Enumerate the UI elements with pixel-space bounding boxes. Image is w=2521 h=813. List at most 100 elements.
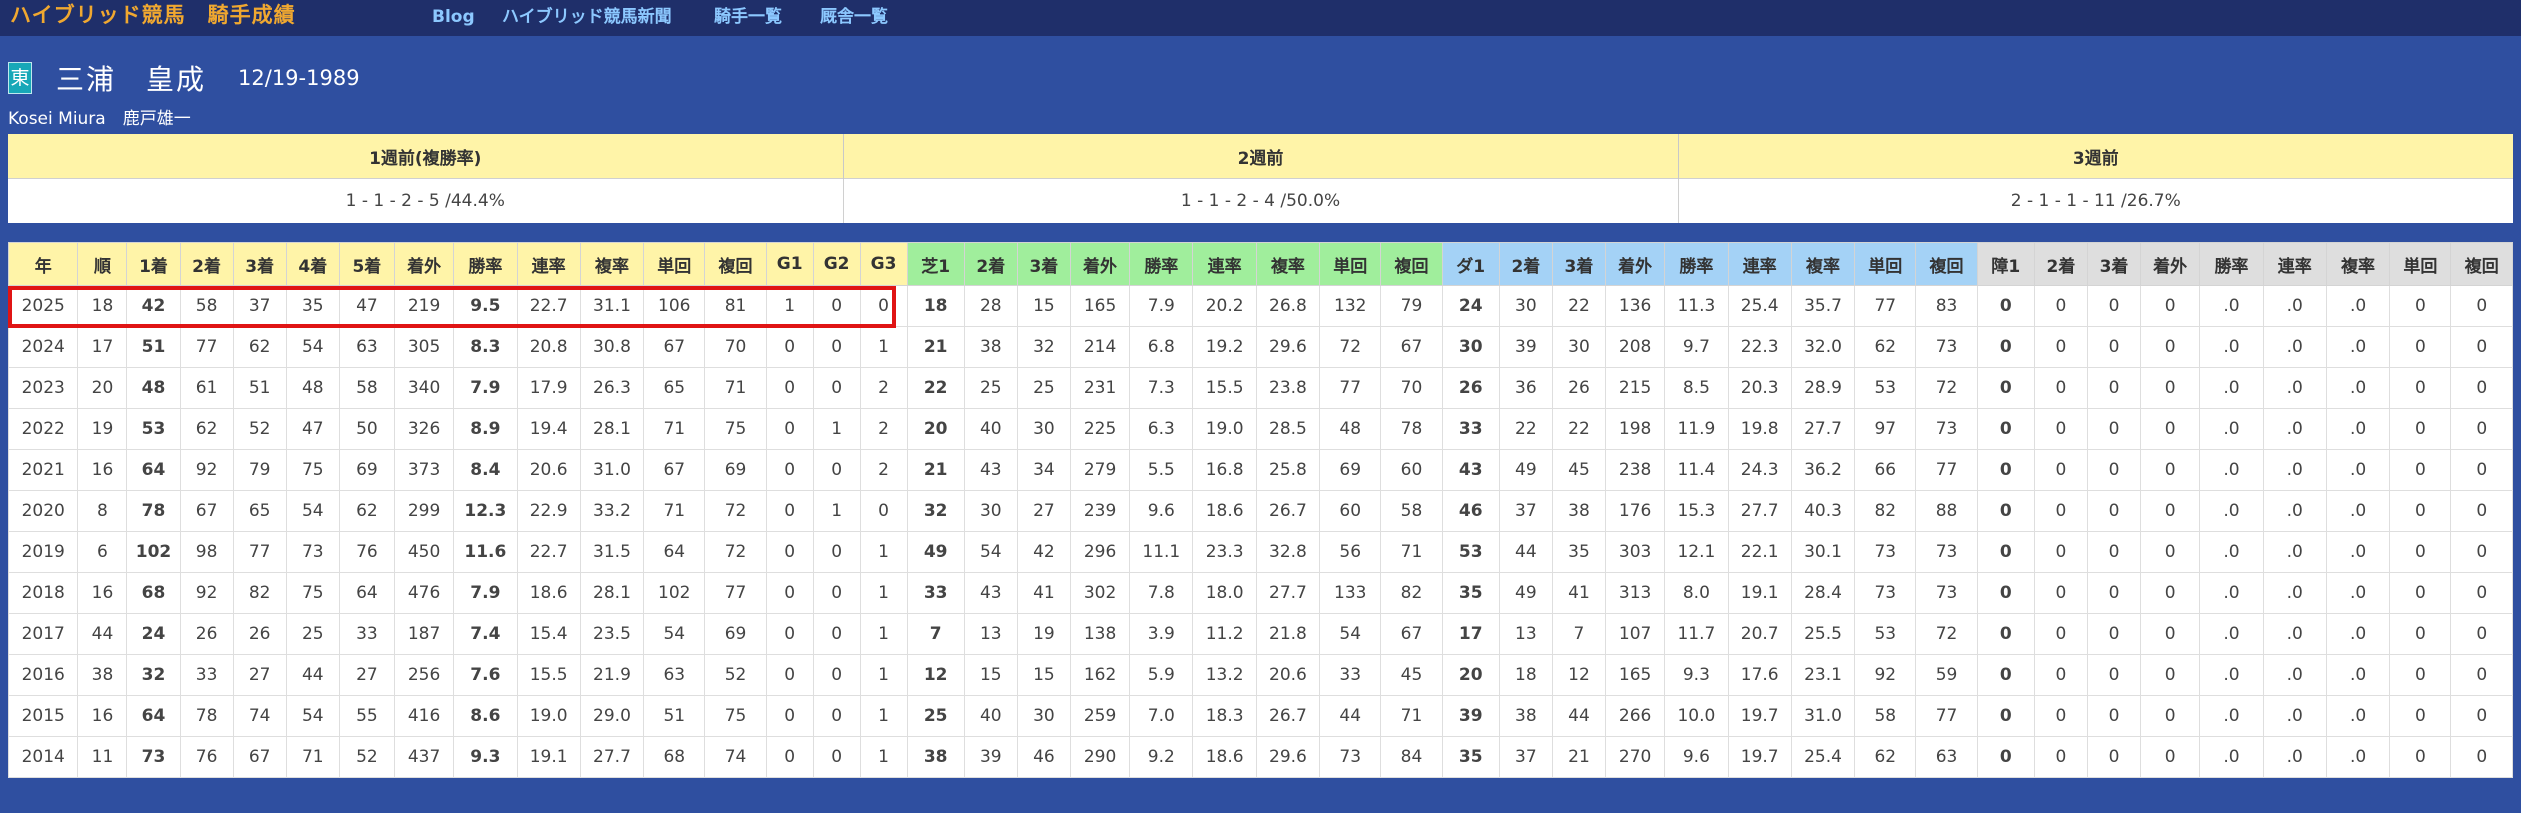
stat-cell: 0 — [2450, 285, 2513, 327]
stat-cell: .0 — [2262, 326, 2327, 368]
stat-cell: 19.0 — [516, 695, 581, 737]
stat-cell: 67 — [232, 736, 287, 778]
stat-cell: 0 — [2086, 572, 2142, 614]
stat-cell: 30 — [1016, 408, 1071, 450]
stat-cell: 0 — [2450, 736, 2513, 778]
stat-cell: .0 — [2199, 736, 2264, 778]
stat-cell: 0 — [2140, 490, 2201, 532]
stats-header-row: 年順 1着 2着 3着 4着 5着 着外 勝率 連率 複率 単回 複回 G1 G2 G3 芝1 2着 3着 着外 勝率… — [7, 242, 2513, 286]
stat-cell: 84 — [1380, 736, 1443, 778]
stat-cell: 26.8 — [1255, 285, 1321, 327]
stat-cell: 71 — [643, 408, 706, 450]
stat-cell: 0 — [765, 326, 814, 368]
stat-cell: 0 — [2033, 531, 2088, 573]
stat-cell: 25 — [906, 695, 965, 737]
table-row: 2014 11 73 76 67 71 52 437 9.3 19.1 27.7 68 74 0 0 1 38 3… — [7, 736, 2513, 778]
stat-cell: 7.6 — [453, 654, 518, 696]
stat-cell: 30 — [1551, 326, 1607, 368]
stat-cell: 0 — [2086, 654, 2142, 696]
nav-link-newspaper[interactable]: ハイブリッド競馬新聞 — [502, 0, 672, 34]
stat-cell: 51 — [643, 695, 706, 737]
column-header: 勝率 — [453, 242, 518, 286]
stat-cell: 36.2 — [1790, 449, 1856, 491]
stat-cell: 132 — [1319, 285, 1382, 327]
stat-cell: .0 — [2199, 695, 2264, 737]
column-header: 単回 — [643, 242, 706, 286]
stat-cell: 8 — [77, 490, 128, 532]
column-header: 3着 — [2086, 242, 2142, 286]
stat-cell: 39 — [1498, 326, 1553, 368]
stat-cell: 0 — [1976, 572, 2035, 614]
stat-cell: 25.4 — [1790, 736, 1856, 778]
stat-cell: 39 — [963, 736, 1018, 778]
nav-link-jockey-list[interactable]: 騎手一覧 — [714, 0, 782, 34]
stat-cell: 215 — [1604, 367, 1666, 409]
stat-cell: 33.2 — [579, 490, 645, 532]
stat-cell: 31.1 — [579, 285, 645, 327]
stat-cell: 53 — [126, 408, 181, 450]
stat-cell: 26 — [179, 613, 234, 655]
stat-cell: 0 — [2033, 367, 2088, 409]
stat-cell: 0 — [2140, 367, 2201, 409]
stat-cell: 19.0 — [1192, 408, 1257, 450]
stat-cell: 0 — [2033, 736, 2088, 778]
stat-cell: 0 — [2450, 367, 2513, 409]
stat-cell: 74 — [232, 695, 287, 737]
stat-cell: 78 — [1380, 408, 1443, 450]
table-row: 2018 16 68 92 82 75 64 476 7.9 18.6 28.1 102 77 0 0 1 33… — [7, 572, 2513, 614]
table-row: 2025 18 42 58 37 35 47 219 9.5 22.7 31.1 106 81 1 0 0 18… — [7, 285, 2513, 327]
stat-cell: 58 — [1854, 695, 1917, 737]
jockey-header: 東 三浦 皇成 12/19-1989 — [8, 58, 360, 98]
stat-cell: 1 — [812, 490, 861, 532]
column-header: G2 — [812, 242, 861, 286]
column-header: 順 — [77, 242, 128, 286]
nav-link-stable-list[interactable]: 厩舎一覧 — [820, 0, 888, 34]
table-row: 2020 8 78 67 65 54 62 299 12.3 22.9 33.2 71 72 0 1 0 32 3… — [7, 490, 2513, 532]
stat-cell: 102 — [643, 572, 706, 614]
stat-cell: 0 — [2033, 654, 2088, 696]
stat-cell: 53 — [1441, 531, 1500, 573]
stat-cell: 19 — [1016, 613, 1071, 655]
stat-cell: 35 — [1551, 531, 1607, 573]
stat-cell: 83 — [1915, 285, 1978, 327]
stat-cell: 8.9 — [453, 408, 518, 450]
stat-cell: 27.7 — [579, 736, 645, 778]
stat-cell: 45 — [1551, 449, 1607, 491]
nav-link-blog[interactable]: Blog — [432, 0, 475, 34]
stat-cell: 42 — [1016, 531, 1071, 573]
column-header: 複率 — [579, 242, 645, 286]
stat-cell: 67 — [1380, 326, 1443, 368]
stat-cell: 19.7 — [1727, 736, 1792, 778]
stat-cell: 67 — [179, 490, 234, 532]
stat-cell: 165 — [1604, 654, 1666, 696]
column-header: 単回 — [1854, 242, 1917, 286]
stat-cell: 1 — [859, 654, 908, 696]
stat-cell: 37 — [1498, 490, 1553, 532]
column-header: 年 — [7, 242, 79, 286]
site-title[interactable]: ハイブリッド競馬 騎手成績 — [10, 0, 296, 30]
stat-cell: 0 — [2033, 326, 2088, 368]
stat-cell: 66 — [1854, 449, 1917, 491]
stat-cell: .0 — [2325, 695, 2391, 737]
stat-cell: 0 — [2389, 613, 2452, 655]
stat-cell: 0 — [812, 531, 861, 573]
stat-cell: 68 — [643, 736, 706, 778]
jockey-birthdate: 12/19-1989 — [238, 66, 360, 90]
stat-cell: 18.0 — [1192, 572, 1257, 614]
stat-cell: 1 — [859, 736, 908, 778]
stat-cell: .0 — [2325, 490, 2391, 532]
stat-cell: 0 — [2389, 736, 2452, 778]
stat-cell: 75 — [285, 449, 340, 491]
stat-cell: .0 — [2199, 408, 2264, 450]
stat-cell: 74 — [704, 736, 767, 778]
stat-cell: 26 — [232, 613, 287, 655]
column-header: 複回 — [2450, 242, 2513, 286]
stat-cell: 82 — [232, 572, 287, 614]
stat-cell: 0 — [2086, 490, 2142, 532]
stat-cell: 54 — [1319, 613, 1382, 655]
stat-cell: 22.3 — [1727, 326, 1792, 368]
stat-cell: 92 — [1854, 654, 1917, 696]
stat-cell: 0 — [2033, 490, 2088, 532]
stat-cell: 0 — [2450, 326, 2513, 368]
column-header: 5着 — [338, 242, 395, 286]
